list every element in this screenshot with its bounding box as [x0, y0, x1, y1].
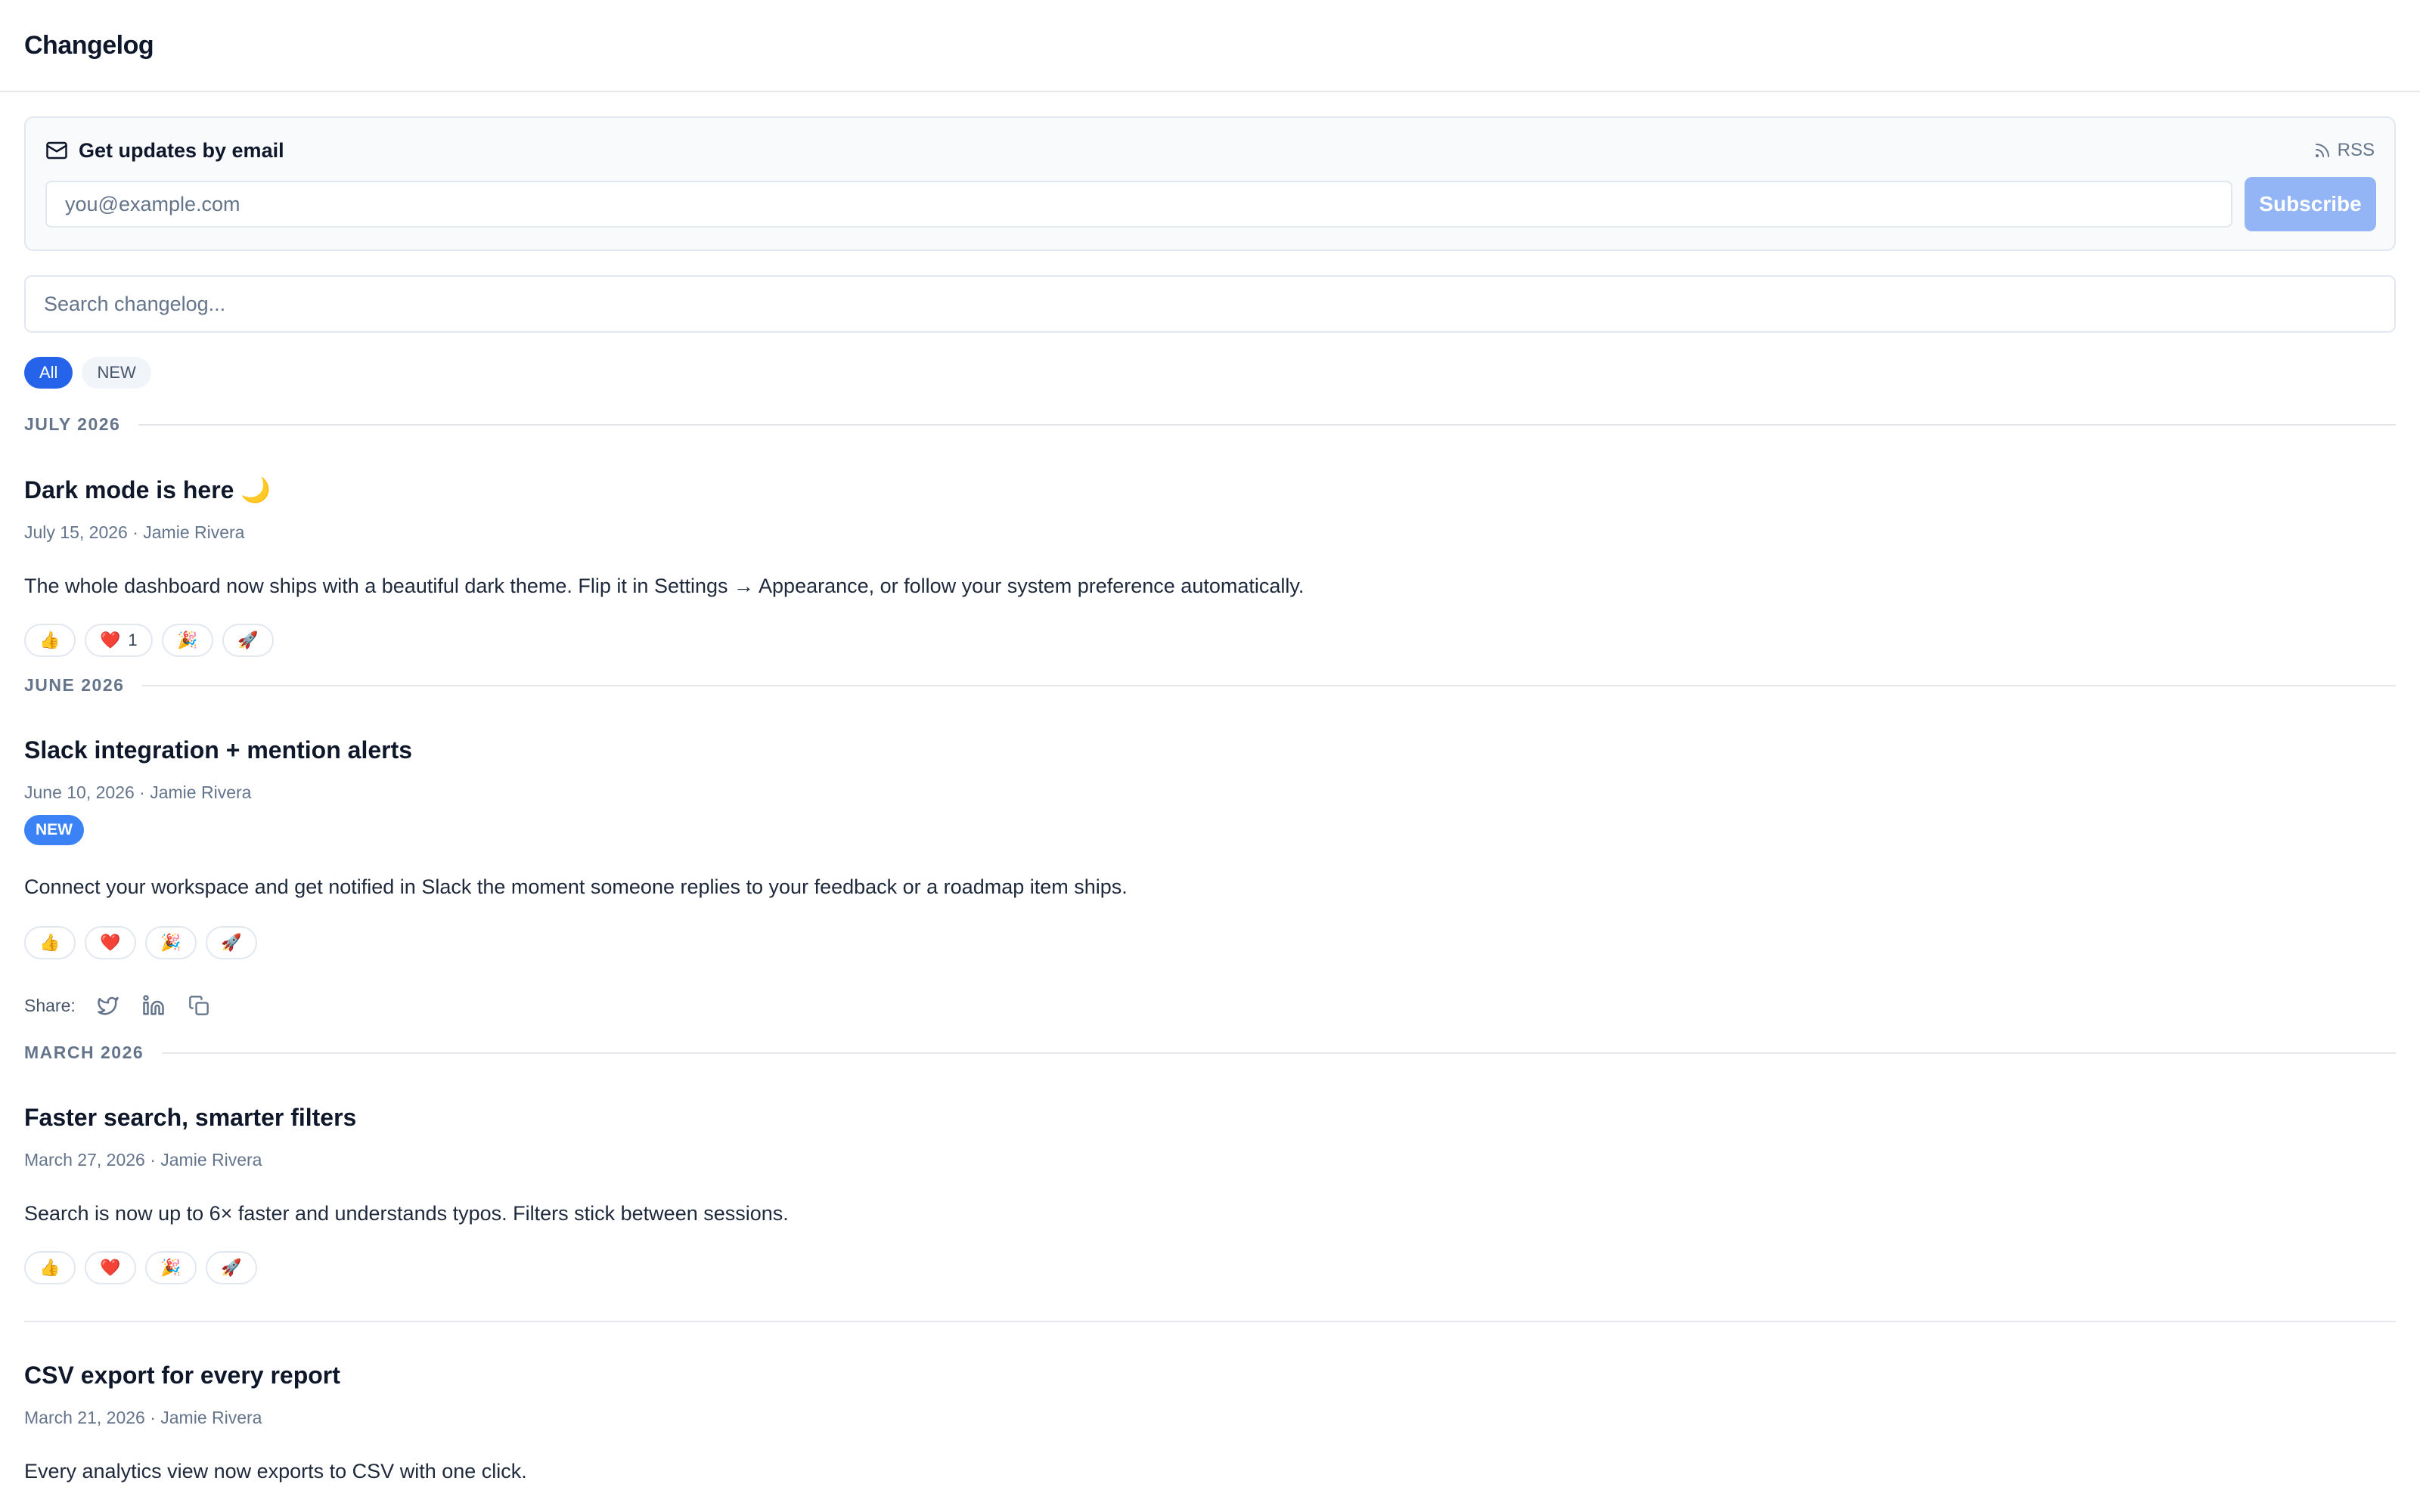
new-badge: NEW: [24, 815, 84, 845]
entry-meta: March 27, 2026 · Jamie Rivera: [24, 1150, 262, 1170]
subscribe-heading: Get updates by email: [45, 139, 284, 163]
entry-meta: July 15, 2026 · Jamie Rivera: [24, 522, 245, 542]
reaction-heart[interactable]: ❤️: [85, 1251, 136, 1284]
search-input[interactable]: [24, 275, 2396, 333]
reaction-rocket[interactable]: 🚀: [206, 1251, 257, 1284]
reaction-bar: 👍 ❤️ 1 🎉 🚀: [24, 624, 2396, 657]
rss-link[interactable]: RSS: [2313, 140, 2375, 161]
heart-icon: ❤️: [100, 631, 121, 649]
party-popper-icon: 🎉: [176, 631, 198, 649]
changelog-main: Get updates by email RSS Subscribe All N…: [0, 92, 2420, 1483]
reaction-rocket[interactable]: 🚀: [206, 926, 257, 959]
reaction-party[interactable]: 🎉: [145, 926, 197, 959]
mail-icon: [45, 139, 68, 162]
filter-all[interactable]: All: [24, 357, 73, 389]
twitter-icon[interactable]: [95, 993, 121, 1018]
changelog-entry: Dark mode is here 🌙 July 15, 2026 · Jami…: [24, 476, 2396, 657]
entry-title: Slack integration + mention alerts: [24, 736, 413, 764]
changelog-entry: Slack integration + mention alerts June …: [24, 736, 2396, 1018]
filter-pills: All NEW: [24, 357, 2396, 389]
reaction-rocket[interactable]: 🚀: [222, 624, 274, 657]
month-label: MARCH 2026: [24, 1043, 144, 1062]
month-header-june-2026: JUNE 2026: [24, 675, 2396, 696]
thumbs-up-icon: 👍: [39, 933, 60, 952]
month-divider: [142, 684, 2396, 686]
entry-body: Search is now up to 6× faster and unders…: [24, 1202, 789, 1225]
rocket-icon: 🚀: [221, 1258, 242, 1277]
rss-label: RSS: [2337, 140, 2375, 160]
heart-icon: ❤️: [100, 933, 121, 952]
entry-divider: [24, 1321, 2396, 1322]
rocket-icon: 🚀: [237, 631, 259, 649]
share-bar: Share:: [24, 993, 2396, 1018]
party-popper-icon: 🎉: [160, 933, 182, 952]
entry-title: Dark mode is here 🌙: [24, 476, 271, 503]
reaction-party[interactable]: 🎉: [161, 624, 213, 657]
email-subscribe-panel: Get updates by email RSS Subscribe: [24, 116, 2396, 251]
reaction-bar: 👍 ❤️ 🎉 🚀: [24, 1251, 2396, 1284]
thumbs-up-icon: 👍: [39, 1258, 60, 1277]
reaction-thumbs-up[interactable]: 👍: [24, 624, 76, 657]
thumbs-up-icon: 👍: [39, 631, 60, 649]
reaction-thumbs-up[interactable]: 👍: [24, 926, 76, 959]
month-header-july-2026: JULY 2026: [24, 414, 2396, 435]
reaction-heart[interactable]: ❤️ 1: [85, 624, 153, 657]
month-header-march-2026: MARCH 2026: [24, 1043, 2396, 1063]
email-input[interactable]: [45, 181, 2232, 228]
party-popper-icon: 🎉: [160, 1258, 182, 1277]
share-label: Share:: [24, 995, 76, 1015]
reaction-thumbs-up[interactable]: 👍: [24, 1251, 76, 1284]
subscribe-title: Get updates by email: [79, 138, 284, 162]
heart-icon: ❤️: [100, 1258, 121, 1277]
month-divider: [138, 423, 2396, 426]
reaction-heart[interactable]: ❤️: [85, 926, 136, 959]
changelog-entry: CSV export for every report March 21, 20…: [24, 1362, 2396, 1483]
subscribe-button[interactable]: Subscribe: [2245, 177, 2376, 231]
entry-title: Faster search, smarter filters: [24, 1104, 357, 1131]
rss-icon: [2313, 141, 2332, 160]
entry-body: Connect your workspace and get notified …: [24, 875, 1128, 898]
filter-new[interactable]: NEW: [82, 357, 151, 389]
entry-meta: March 21, 2026 · Jamie Rivera: [24, 1408, 262, 1427]
entry-body: The whole dashboard now ships with a bea…: [24, 575, 1305, 597]
month-label: JUNE 2026: [24, 675, 125, 695]
entry-title: CSV export for every report: [24, 1362, 340, 1389]
month-divider: [162, 1052, 2396, 1054]
linkedin-icon[interactable]: [141, 993, 166, 1018]
entry-body: Every analytics view now exports to CSV …: [24, 1460, 527, 1483]
page-title: Changelog: [24, 30, 154, 60]
month-label: JULY 2026: [24, 414, 121, 434]
changelog-entry: Faster search, smarter filters March 27,…: [24, 1104, 2396, 1284]
reaction-count: 1: [128, 631, 138, 649]
entry-meta: June 10, 2026 · Jamie Rivera: [24, 782, 252, 802]
page-header: Changelog: [0, 0, 2420, 92]
reaction-bar: 👍 ❤️ 🎉 🚀: [24, 926, 2396, 959]
copy-link-icon[interactable]: [186, 993, 212, 1018]
reaction-party[interactable]: 🎉: [145, 1251, 197, 1284]
rocket-icon: 🚀: [221, 933, 242, 952]
